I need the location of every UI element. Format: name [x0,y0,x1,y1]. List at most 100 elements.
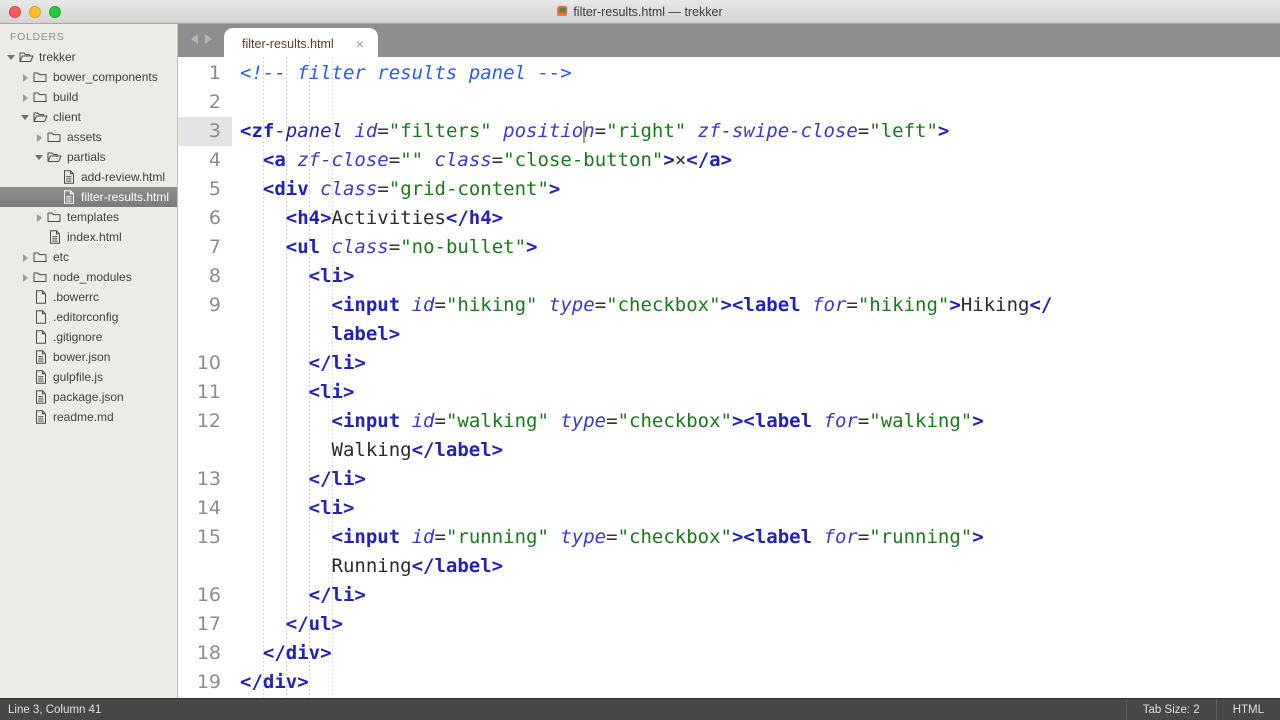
tree-file-bowerrc[interactable]: .bowerrc [0,287,177,307]
code-line[interactable]: </li> [232,581,1280,610]
tree-file-bower-json[interactable]: bower.json [0,347,177,367]
code-token: = [434,410,446,432]
code-line[interactable]: <zf-panel id="filters" position="right" … [232,117,1280,146]
line-number: 15 [196,526,221,548]
close-window-button[interactable] [9,5,21,18]
tree-folder-templates[interactable]: templates [0,207,177,227]
code-token: class [320,178,378,200]
code-line[interactable]: <!-- filter results panel --> [232,59,1280,88]
nav-forward-icon[interactable] [204,34,212,44]
code-token: id [411,294,435,316]
code-line[interactable]: </li> [232,349,1280,378]
code-token: "close-button" [503,149,664,171]
chevron-right-icon[interactable] [20,71,32,83]
nav-back-icon[interactable] [190,34,198,44]
code-line[interactable]: <input id="running" type="checkbox"><lab… [232,523,1280,552]
code-content[interactable]: <!-- filter results panel --> <zf-panel i… [232,57,1280,698]
folder-icon [47,210,62,224]
tree-file-gulpfile-js[interactable]: gulpfile.js [0,367,177,387]
tree-folder-trekker[interactable]: trekker [0,47,177,67]
code-token: "running" [445,526,549,548]
code-line[interactable]: </div> [232,668,1280,697]
tree-folder-client[interactable]: client [0,107,177,127]
file-icon [61,170,76,184]
code-token: "checkbox" [617,410,732,432]
code-editor[interactable]: 1 2 3 4 5 6 7 8 9 10 11 12 13 14 15 16 17 18 19 <!-- filte… [178,57,1280,698]
code-line[interactable] [232,88,1280,117]
code-token: = [377,120,389,142]
code-token: "left" [869,120,938,142]
code-token: id [354,120,378,142]
tree-folder-assets[interactable]: assets [0,127,177,147]
code-token: "walking" [445,410,549,432]
chevron-right-icon[interactable] [20,271,32,283]
chevron-right-icon[interactable] [20,251,32,263]
code-token: = [606,526,618,548]
code-token: Hiking [960,294,1030,316]
code-token: </li> [308,468,366,490]
tree-file-add-review-html[interactable]: add-review.html [0,167,177,187]
chevron-right-icon[interactable] [34,211,46,223]
file-icon [33,390,48,404]
editor-pane: filter-results.html × 1 2 3 4 5 6 7 8 9 10 11 12 13 1… [178,24,1280,698]
chevron-down-icon[interactable] [6,51,18,63]
code-line[interactable]: </ul> [232,610,1280,639]
code-line[interactable]: <div class="grid-content"> [232,175,1280,204]
code-line[interactable]: <li> [232,494,1280,523]
line-number: 7 [208,236,221,258]
chevron-down-icon[interactable] [20,111,32,123]
tree-folder-build[interactable]: build [0,87,177,107]
code-line[interactable]: label> [232,320,1280,349]
code-line[interactable]: <input id="walking" type="checkbox"><lab… [232,407,1280,436]
tree-folder-partials[interactable]: partials [0,147,177,167]
code-line[interactable]: Walking</label> [232,436,1280,465]
code-line[interactable]: <input id="hiking" type="checkbox"><labe… [232,291,1280,320]
window-title: filter-results.html — trekker [573,4,723,19]
tree-file-readme-md[interactable]: readme.md [0,407,177,427]
chevron-right-icon[interactable] [20,91,32,103]
code-token: <label [743,410,813,432]
tree-item-label: build [53,90,79,104]
chevron-right-icon[interactable] [34,131,46,143]
code-line[interactable]: Running</label> [232,552,1280,581]
code-token: </li> [308,584,366,606]
line-number: 9 [208,294,221,316]
chevron-down-icon[interactable] [34,151,46,163]
window-body: FOLDERS trekker bower_components build clie… [0,24,1280,698]
tree-folder-etc[interactable]: etc [0,247,177,267]
code-token: <label [731,294,801,316]
tree-file-editorconfig[interactable]: .editorconfig [0,307,177,327]
maximize-window-button[interactable] [49,5,61,18]
minimize-window-button[interactable] [29,5,41,18]
tree-file-index-html[interactable]: index.html [0,227,177,247]
code-token: = [434,294,446,316]
code-token: > [972,410,984,432]
code-token: = [434,526,446,548]
tree-folder-node-modules[interactable]: node_modules [0,267,177,287]
code-line[interactable]: <li> [232,262,1280,291]
code-token: <h4> [285,207,332,229]
tab-filter-results-html[interactable]: filter-results.html × [224,28,378,59]
code-line[interactable]: </li> [232,465,1280,494]
tree-file-filter-results-html[interactable]: filter-results.html [0,187,177,207]
code-line[interactable]: <a zf-close="" class="close-button">×</a… [232,146,1280,175]
tree-file-package-json[interactable]: package.json [0,387,177,407]
tab-size-status[interactable]: Tab Size: 2 [1125,698,1216,720]
code-token: type [560,410,607,432]
syntax-status[interactable]: HTML [1215,698,1280,720]
code-line[interactable]: </div> [232,639,1280,668]
sublime-text-window: filter-results.html — trekker FOLDERS tr… [0,0,1280,720]
tree-folder-bower-components[interactable]: bower_components [0,67,177,87]
close-icon[interactable]: × [354,37,366,51]
tree-file-gitignore[interactable]: .gitignore [0,327,177,347]
code-line[interactable]: <li> [232,378,1280,407]
code-line[interactable]: <h4>Activities</h4> [232,204,1280,233]
code-line[interactable]: <ul class="no-bullet"> [232,233,1280,262]
